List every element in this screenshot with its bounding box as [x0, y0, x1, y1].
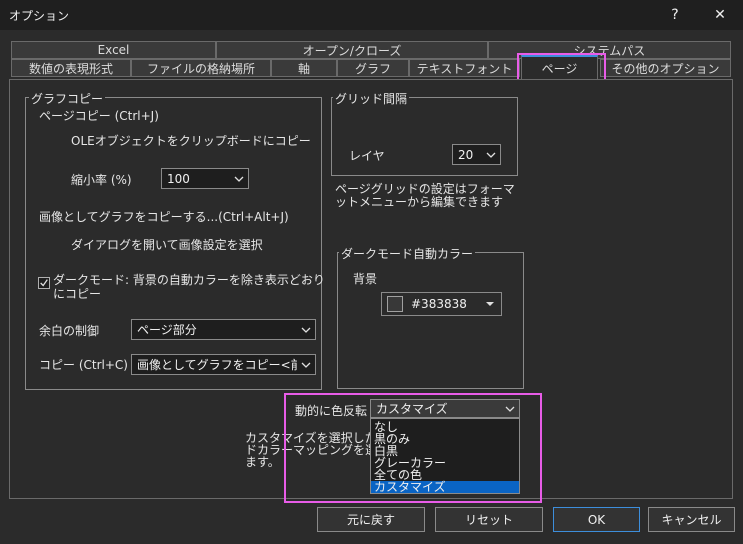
- margin-control-value: ページ部分: [137, 323, 197, 337]
- checkmark-icon: [40, 279, 48, 287]
- scale-combobox[interactable]: 100: [161, 168, 249, 189]
- background-color-value: #383838: [411, 297, 467, 311]
- window-title: オプション: [9, 9, 70, 23]
- tab-excel[interactable]: Excel: [11, 41, 216, 59]
- graph-copy-legend: グラフコピー: [29, 90, 106, 107]
- chevron-down-icon: [230, 169, 248, 188]
- ole-copy-text: OLEオブジェクトをクリップボードにコピー: [71, 134, 311, 148]
- tab-graph[interactable]: グラフ: [337, 59, 409, 77]
- grid-note-line2: ットメニューから編集できます: [335, 195, 504, 209]
- margin-control-label: 余白の制御: [39, 324, 100, 338]
- layer-spacing-combobox[interactable]: 20: [452, 144, 501, 165]
- revert-button[interactable]: 元に戻す: [317, 507, 425, 532]
- tab-other-options[interactable]: その他のオプション: [600, 59, 731, 77]
- darkmode-copy-checkbox[interactable]: [38, 277, 50, 289]
- darkmode-copy-label-line2: にコピー: [53, 287, 102, 301]
- tab-open-close[interactable]: オープン/クローズ: [216, 41, 488, 59]
- copy-mode-combobox[interactable]: 画像としてグラフをコピー<前回と: [131, 354, 316, 375]
- background-label: 背景: [353, 272, 378, 286]
- color-swatch: [387, 296, 403, 312]
- chevron-down-icon: [482, 145, 500, 164]
- page-copy-label: ページコピー (Ctrl+J): [39, 109, 159, 123]
- copy-mode-value: 画像としてグラフをコピー<前回と: [137, 358, 297, 372]
- copy-as-image-label: 画像としてグラフをコピーする...(Ctrl+Alt+J): [39, 210, 289, 224]
- tab-file-location[interactable]: ファイルの格納場所: [131, 59, 271, 77]
- layer-label: レイヤ: [349, 149, 385, 163]
- close-button[interactable]: ✕: [697, 0, 743, 30]
- tab-axis[interactable]: 軸: [271, 59, 337, 77]
- invert-section-highlight: [284, 393, 542, 503]
- darkmode-auto-color-legend: ダークモード自動カラー: [339, 245, 476, 262]
- background-color-picker[interactable]: #383838: [381, 292, 502, 316]
- ok-button[interactable]: OK: [553, 507, 640, 532]
- tab-text-font[interactable]: テキストフォント: [409, 59, 520, 77]
- reset-button[interactable]: リセット: [435, 507, 543, 532]
- title-bar: [0, 0, 743, 30]
- cancel-button[interactable]: キャンセル: [648, 507, 735, 532]
- scale-label: 縮小率 (%): [71, 173, 132, 187]
- tab-number-format[interactable]: 数値の表現形式: [11, 59, 131, 77]
- chevron-down-icon: [297, 355, 315, 374]
- grid-spacing-legend: グリッド間隔: [333, 90, 410, 107]
- help-button[interactable]: ?: [652, 0, 698, 30]
- caret-down-icon: [479, 293, 501, 315]
- chevron-down-icon: [297, 320, 315, 339]
- copy-label: コピー (Ctrl+C): [39, 358, 128, 372]
- invert-note-line3: ます。: [245, 455, 280, 469]
- scale-value: 100: [167, 171, 190, 186]
- margin-control-combobox[interactable]: ページ部分: [131, 319, 316, 340]
- dialog-select-text: ダイアログを開いて画像設定を選択: [71, 238, 263, 252]
- layer-spacing-value: 20: [458, 147, 474, 162]
